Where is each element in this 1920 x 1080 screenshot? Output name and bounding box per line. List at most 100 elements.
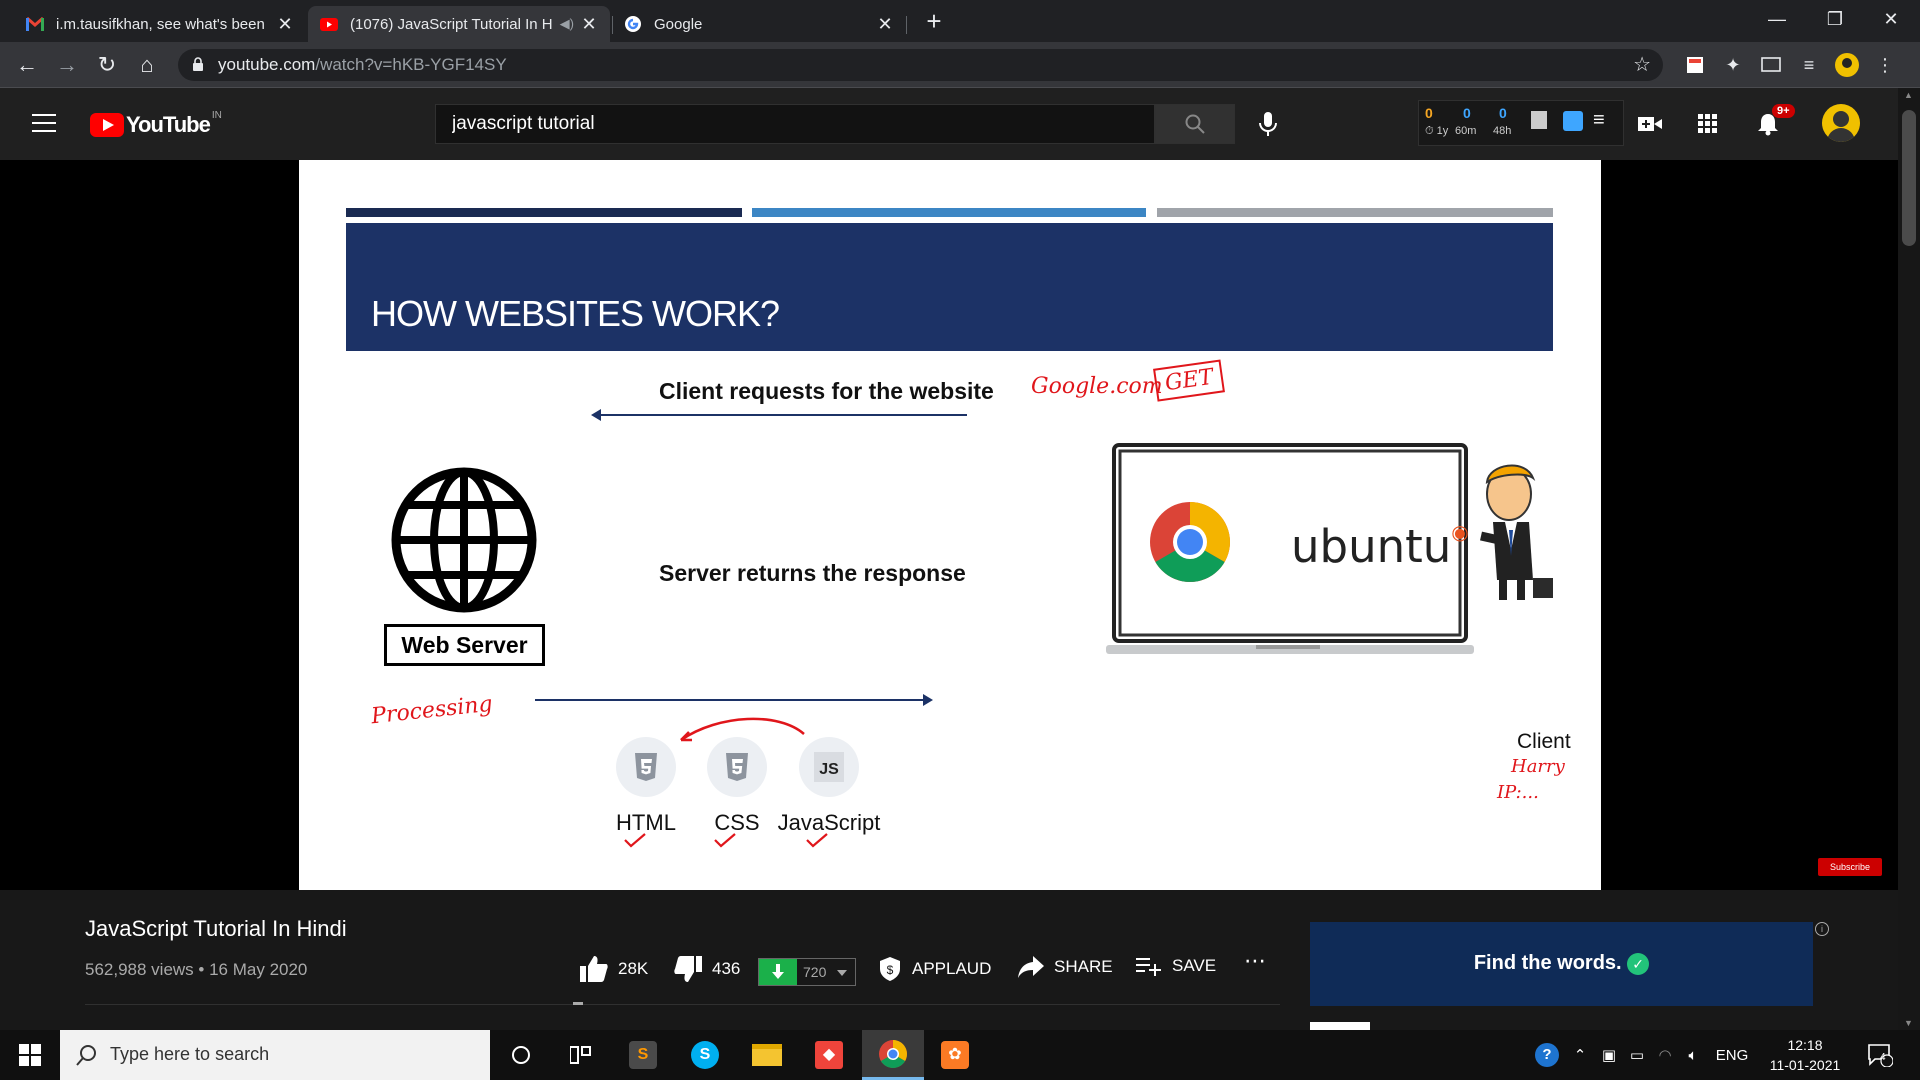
taskbar-search-placeholder: Type here to search xyxy=(110,1044,270,1064)
windows-taskbar: Type here to search S S ◆ ✿ ? ⌃ ▣ ▭ ◠ 🔈︎… xyxy=(0,1030,1920,1080)
file-explorer-icon[interactable] xyxy=(736,1030,798,1080)
applaud-button[interactable]: $ APPLAUD xyxy=(878,956,991,982)
home-button[interactable]: ⌂ xyxy=(130,48,164,82)
stat-label: 60m xyxy=(1455,125,1477,137)
youtube-icon xyxy=(320,15,338,33)
chevron-up-icon[interactable]: ⌃ xyxy=(1568,1030,1592,1080)
client-person-icon xyxy=(1480,464,1553,600)
chevron-down-icon[interactable] xyxy=(837,970,847,976)
battery-icon[interactable]: ▭ xyxy=(1624,1030,1650,1080)
help-icon[interactable]: ? xyxy=(1530,1030,1564,1080)
profile-avatar-icon[interactable] xyxy=(1834,52,1860,78)
dislike-count: 436 xyxy=(712,959,741,978)
close-icon[interactable]: ✕ xyxy=(276,14,294,35)
xampp-icon[interactable]: ✿ xyxy=(924,1030,986,1080)
menu-icon[interactable] xyxy=(32,114,56,132)
stat-value: 0 xyxy=(1499,105,1507,121)
response-text: Server returns the response xyxy=(659,560,966,586)
ad-banner[interactable]: Find the words. ✓ i xyxy=(1310,922,1829,1006)
search-button[interactable] xyxy=(1155,104,1235,144)
forward-button[interactable]: → xyxy=(50,48,84,82)
media-control-icon[interactable]: ≡ xyxy=(1796,52,1822,78)
tube-stats-extension[interactable]: 0 ⏱ 1y 0 60m 0 48h ≡ xyxy=(1418,100,1624,146)
search-input[interactable] xyxy=(452,113,1102,135)
save-button[interactable]: SAVE xyxy=(1136,956,1216,976)
account-avatar[interactable] xyxy=(1822,104,1860,142)
like-button[interactable]: 28K xyxy=(580,956,648,982)
dislike-button[interactable]: 436 xyxy=(674,956,740,982)
close-icon[interactable]: ✕ xyxy=(580,14,598,35)
close-window-button[interactable]: ✕ xyxy=(1862,0,1920,40)
reload-button[interactable]: ↻ xyxy=(90,48,124,82)
more-actions-button[interactable]: ⋯ xyxy=(1244,948,1266,974)
language-indicator[interactable]: ENG xyxy=(1712,1030,1752,1080)
scroll-down-icon[interactable]: ▼ xyxy=(1904,1018,1913,1028)
skype-icon[interactable]: S xyxy=(674,1030,736,1080)
puzzle-extensions-icon[interactable]: ✦ xyxy=(1720,52,1746,78)
create-video-icon[interactable] xyxy=(1636,110,1664,138)
youtube-logo[interactable]: YouTube IN xyxy=(90,110,222,138)
youtube-play-icon xyxy=(90,113,124,137)
slide-accent-bar xyxy=(346,208,742,217)
stat-label: 48h xyxy=(1493,125,1512,137)
wifi-icon[interactable]: ◠ xyxy=(1652,1030,1678,1080)
extension-icon[interactable] xyxy=(1682,52,1708,78)
bar-chart-icon[interactable] xyxy=(1531,111,1547,129)
arrowhead-left xyxy=(591,409,601,421)
url-path: /watch?v=hKB-YGF14SY xyxy=(315,55,507,74)
tab-google[interactable]: Google ✕ xyxy=(612,6,906,42)
bookmark-star-icon[interactable]: ☆ xyxy=(1633,52,1651,77)
list-icon[interactable]: ≡ xyxy=(1593,109,1605,132)
clock[interactable]: 12:18 11-01-2021 xyxy=(1760,1035,1850,1075)
url-text: youtube.com/watch?v=hKB-YGF14SY xyxy=(218,55,507,75)
search-icon xyxy=(1185,114,1205,134)
close-icon[interactable]: ✕ xyxy=(876,14,894,35)
thumbs-down-icon xyxy=(674,956,702,982)
sidebar-thumbnail[interactable] xyxy=(1310,1022,1370,1030)
info-icon[interactable]: i xyxy=(1815,922,1829,936)
clock-time: 12:18 xyxy=(1787,1037,1823,1053)
cortana-icon[interactable] xyxy=(490,1030,552,1080)
action-center-icon[interactable]: 4 xyxy=(1860,1030,1900,1080)
scroll-up-icon[interactable]: ▲ xyxy=(1904,90,1913,100)
share-icon xyxy=(1018,956,1044,978)
video-player[interactable]: HOW WEBSITES WORK? Client requests for t… xyxy=(0,160,1898,890)
speaker-muted-icon[interactable]: ◀︎) xyxy=(560,16,574,32)
cast-icon[interactable] xyxy=(1758,52,1784,78)
tab-youtube[interactable]: (1076) JavaScript Tutorial In H ◀︎) ✕ xyxy=(308,6,610,42)
new-tab-button[interactable]: + xyxy=(918,6,950,38)
minimize-button[interactable]: — xyxy=(1748,0,1806,40)
anydesk-icon[interactable]: ◆ xyxy=(798,1030,860,1080)
annotation-get: GET xyxy=(1153,359,1226,402)
scrollbar-thumb[interactable] xyxy=(1902,110,1916,246)
subscribe-watermark[interactable]: Subscribe xyxy=(1818,858,1882,876)
chrome-taskbar-icon[interactable] xyxy=(862,1030,924,1080)
client-label: Client xyxy=(1517,730,1571,753)
request-text: Client requests for the website xyxy=(659,378,994,404)
tube-logo-icon[interactable] xyxy=(1563,111,1583,131)
gmail-icon xyxy=(26,15,44,33)
apps-grid-icon[interactable] xyxy=(1694,110,1722,138)
download-button[interactable]: 720 xyxy=(758,958,856,986)
sublime-text-icon[interactable]: S xyxy=(612,1030,674,1080)
chrome-menu-icon[interactable]: ⋮ xyxy=(1872,52,1898,78)
page-scrollbar[interactable]: ▲ ▼ xyxy=(1898,88,1920,1030)
url-host: youtube.com xyxy=(218,55,316,74)
microphone-icon[interactable] xyxy=(1255,110,1281,138)
tab-gmail[interactable]: i.m.tausifkhan, see what's been h ✕ xyxy=(14,6,306,42)
web-server-label: Web Server xyxy=(384,624,545,666)
device-icon[interactable]: ▣ xyxy=(1596,1030,1622,1080)
applaud-label: APPLAUD xyxy=(912,959,992,978)
volume-icon[interactable]: 🔈︎ xyxy=(1680,1030,1706,1080)
request-arrow xyxy=(597,414,967,416)
taskbar-search[interactable]: Type here to search xyxy=(60,1030,490,1080)
back-button[interactable]: ← xyxy=(10,48,44,82)
task-view-icon[interactable] xyxy=(550,1030,612,1080)
stat-label-text: 1y xyxy=(1436,125,1449,137)
start-button[interactable] xyxy=(0,1030,60,1080)
svg-text:$: $ xyxy=(887,963,894,977)
address-bar[interactable]: youtube.com/watch?v=hKB-YGF14SY ☆ xyxy=(178,49,1663,81)
playlist-add-icon xyxy=(1136,958,1161,976)
share-button[interactable]: SHARE xyxy=(1018,956,1113,978)
restore-button[interactable]: ❐ xyxy=(1806,0,1864,40)
